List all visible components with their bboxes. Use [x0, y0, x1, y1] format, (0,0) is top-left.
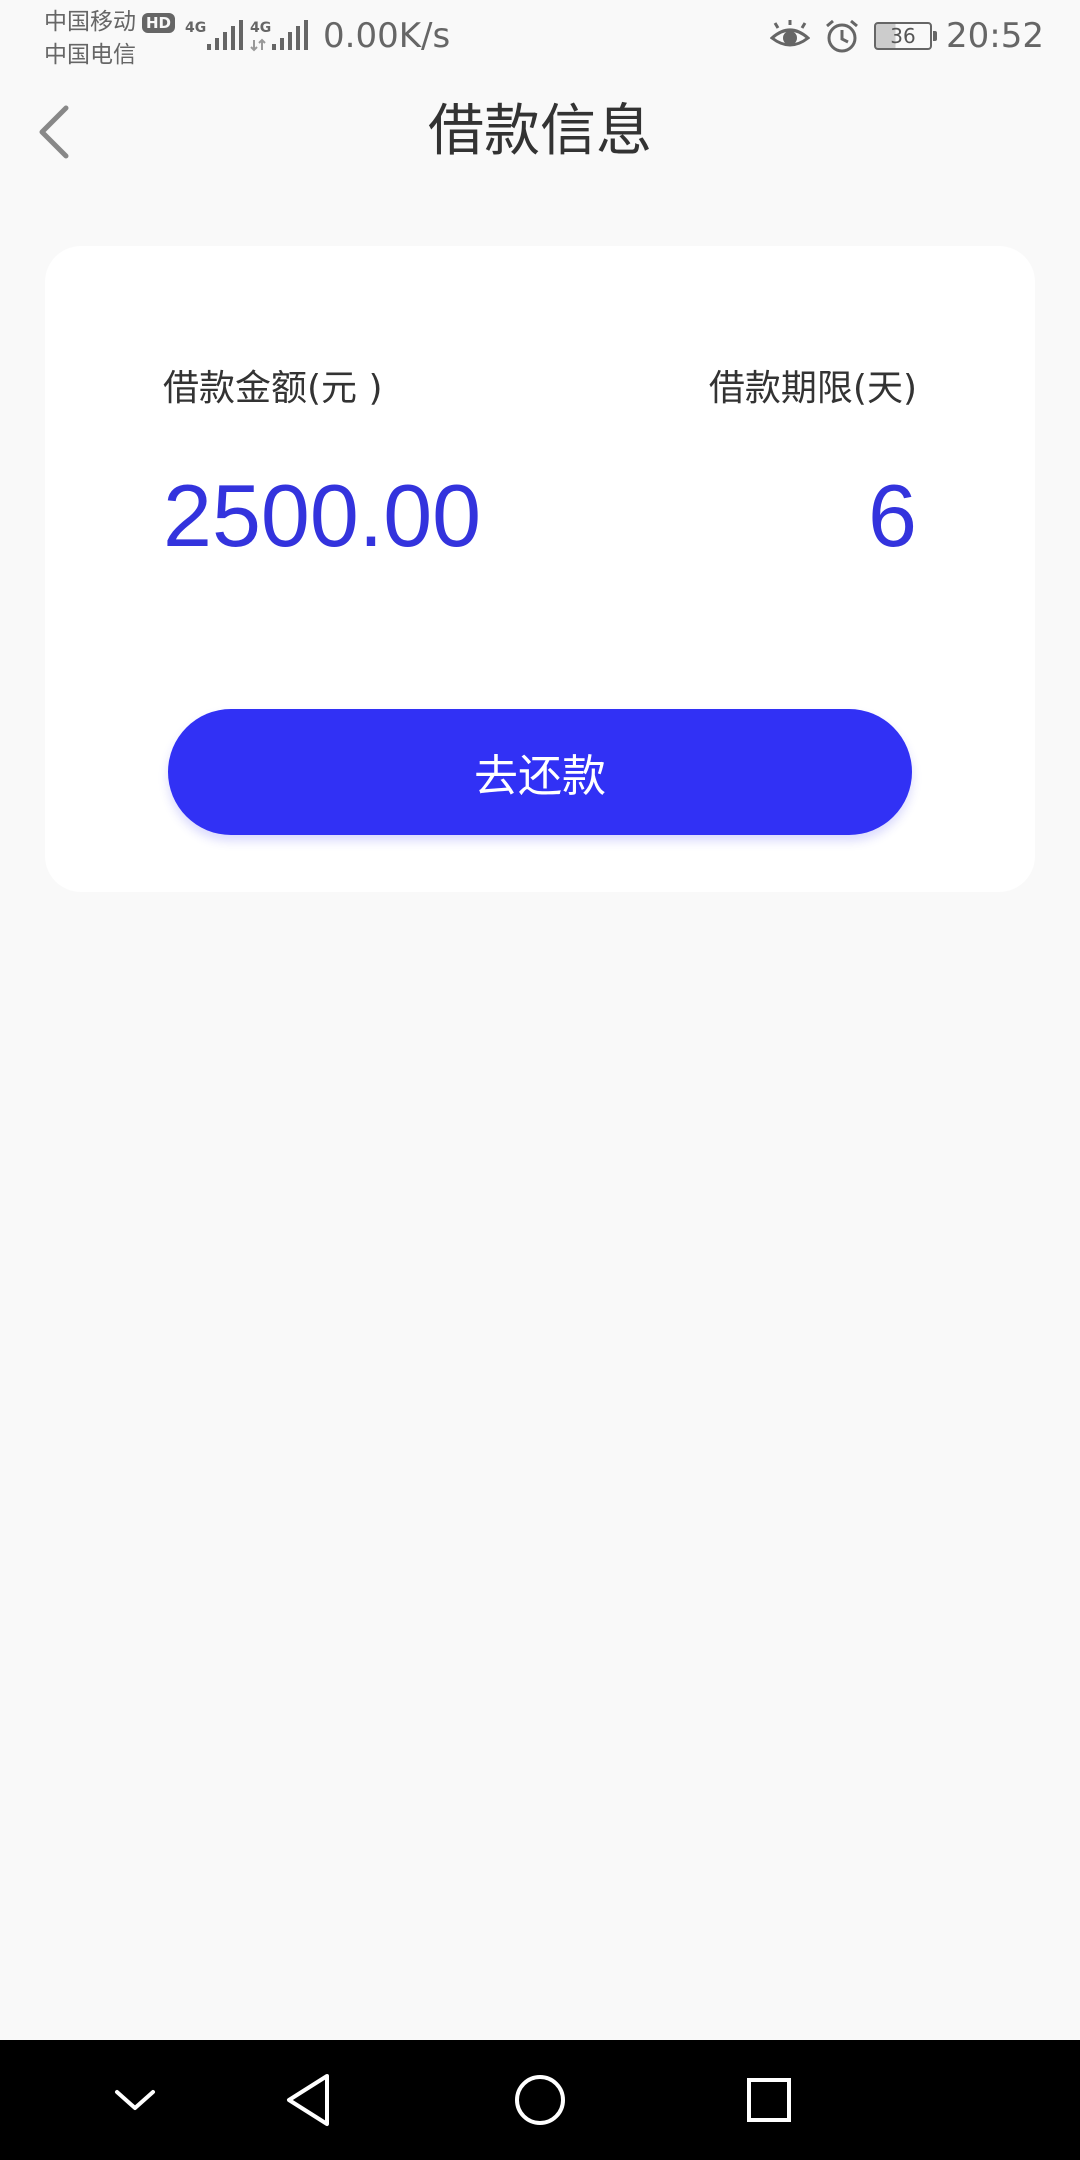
nav-back-button[interactable] — [268, 2060, 348, 2140]
eye-icon — [770, 20, 811, 52]
battery-icon: 36 — [874, 22, 938, 50]
loan-term-label: 借款期限(天) — [708, 368, 917, 409]
carrier-info: 中国移动 HD 中国电信 — [44, 6, 176, 72]
loan-term-section: 借款期限(天) 6 — [709, 364, 917, 566]
alarm-icon — [824, 18, 860, 54]
loan-amount-section: 借款金额(元 ) 2500.00 — [163, 364, 481, 566]
carrier-name-1: 中国移动 — [44, 9, 136, 35]
status-right: 36 20:52 — [770, 14, 1044, 58]
status-bar: 中国移动 HD 中国电信 4G 4G 0.00K/s 36 20:52 — [0, 0, 1080, 80]
loan-amount-label: 借款金额(元 ) — [163, 368, 383, 409]
carrier-row-2: 中国电信 — [44, 39, 175, 72]
hd-badge: HD — [142, 12, 176, 33]
carrier-name-2: 中国电信 — [44, 42, 136, 68]
network-speed: 0.00K/s — [323, 16, 451, 56]
back-icon — [287, 2074, 329, 2126]
loan-term-value: 6 — [868, 466, 917, 565]
repay-button[interactable]: 去还款 — [168, 709, 912, 835]
clock: 20:52 — [946, 16, 1044, 56]
signal-icon-2: 4G — [250, 14, 314, 54]
nav-home-button[interactable] — [500, 2060, 580, 2140]
battery-level: 36 — [890, 24, 916, 48]
home-icon — [515, 2075, 565, 2125]
signal-icon: 4G — [185, 14, 249, 54]
screen: 中国移动 HD 中国电信 4G 4G 0.00K/s 36 20:52 借款信息… — [0, 0, 1080, 2160]
loan-info-card: 借款金额(元 ) 2500.00 借款期限(天) 6 去还款 — [45, 246, 1035, 892]
recents-icon — [747, 2078, 791, 2122]
page-title: 借款信息 — [428, 99, 652, 164]
title-bar: 借款信息 — [0, 80, 1080, 184]
network-type-1: 4G — [185, 20, 206, 36]
nav-collapse-button[interactable] — [95, 2060, 175, 2140]
carrier-row-1: 中国移动 HD — [44, 6, 176, 39]
loan-info-row: 借款金额(元 ) 2500.00 借款期限(天) 6 — [163, 364, 917, 566]
network-type-2: 4G — [250, 20, 271, 36]
loan-amount-value: 2500.00 — [163, 466, 482, 565]
collapse-icon — [115, 2090, 155, 2110]
nav-recents-button[interactable] — [729, 2060, 809, 2140]
navigation-bar — [0, 2040, 1080, 2160]
